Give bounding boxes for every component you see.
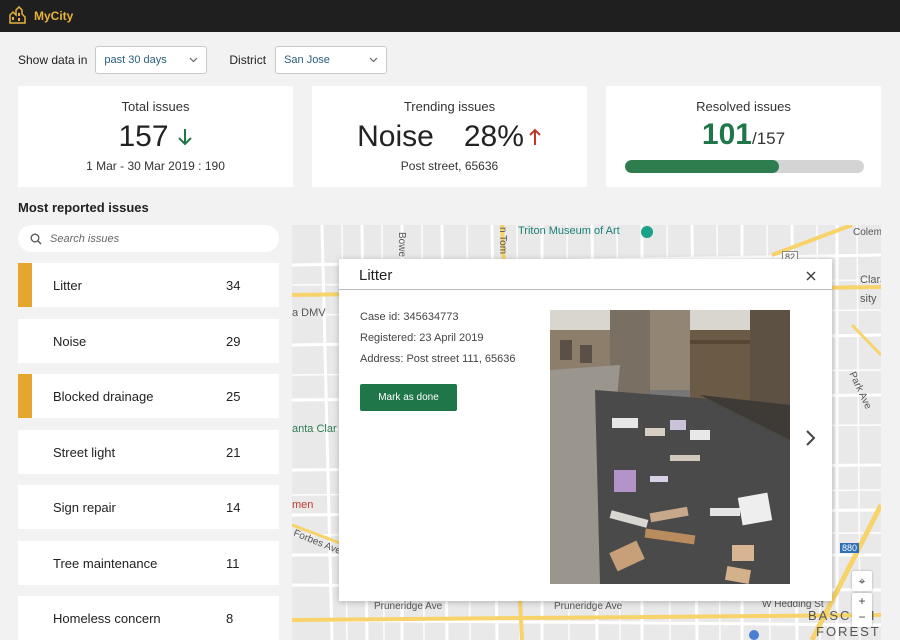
issue-item-street-light[interactable]: Street light 21 bbox=[18, 430, 279, 474]
top-bar: MyCity bbox=[0, 0, 900, 32]
litter-photo bbox=[550, 310, 790, 584]
issue-count: 25 bbox=[226, 389, 241, 404]
issue-name: Tree maintenance bbox=[53, 556, 158, 571]
issue-item-blocked-drainage[interactable]: Blocked drainage 25 bbox=[18, 374, 279, 418]
map-label-men: men bbox=[292, 499, 314, 511]
district-label: District bbox=[229, 53, 267, 67]
locate-icon: ⌖ bbox=[858, 574, 866, 588]
issue-item-homeless-concern[interactable]: Homeless concern 8 bbox=[18, 596, 279, 640]
issue-photo bbox=[550, 310, 790, 584]
map-label-santa-clara: anta Clar bbox=[292, 423, 337, 435]
registered-date: Registered: 23 April 2019 bbox=[360, 332, 484, 344]
arrow-up-icon bbox=[529, 128, 541, 145]
locate-button[interactable]: ⌖ bbox=[852, 571, 872, 591]
map-label-pruneridge-1: Pruneridge Ave bbox=[374, 601, 443, 612]
total-issues-value: 157 bbox=[118, 120, 169, 153]
resolved-issues-title: Resolved issues bbox=[696, 99, 791, 114]
map-label-sity: sity bbox=[860, 293, 877, 305]
map-label-route-880: 880 bbox=[840, 543, 860, 553]
mark-as-done-button[interactable]: Mark as done bbox=[360, 384, 457, 411]
zoom-out-button[interactable]: − bbox=[852, 610, 872, 627]
popup-title: Litter bbox=[359, 267, 393, 284]
total-issues-card: Total issues 157 1 Mar - 30 Mar 2019 : 1… bbox=[18, 86, 293, 187]
city-logo-icon bbox=[9, 6, 26, 24]
issue-name: Noise bbox=[53, 334, 87, 349]
chevron-down-icon bbox=[369, 57, 378, 63]
district-select-value: San Jose bbox=[284, 54, 330, 66]
issue-name: Sign repair bbox=[53, 500, 116, 515]
flag-bar bbox=[18, 374, 32, 418]
trending-issues-card: Trending issues Noise 28% Post street, 6… bbox=[312, 86, 587, 187]
trending-percent: 28% bbox=[463, 120, 524, 153]
issue-detail-popup: Litter Case id: 345634773 Registered: 23… bbox=[339, 259, 832, 601]
issue-name: Blocked drainage bbox=[53, 389, 154, 404]
map-label-dmv: a DMV bbox=[292, 307, 326, 319]
issue-item-noise[interactable]: Noise 29 bbox=[18, 319, 279, 363]
case-id: Case id: 345634773 bbox=[360, 311, 459, 323]
address: Address: Post street 111, 65636 bbox=[360, 353, 516, 365]
trending-category: Noise bbox=[357, 120, 434, 153]
trending-location: Post street, 65636 bbox=[400, 159, 499, 173]
filter-bar: Show data in past 30 days District San J… bbox=[18, 46, 388, 74]
popup-divider bbox=[339, 289, 832, 290]
total-issues-compare: 1 Mar - 30 Mar 2019 : 190 bbox=[86, 159, 225, 173]
total-issues-title: Total issues bbox=[121, 99, 190, 114]
map-label-colema: Colema bbox=[853, 227, 881, 238]
resolved-issues-card: Resolved issues 101 /157 bbox=[606, 86, 881, 187]
period-select-value: past 30 days bbox=[104, 54, 167, 66]
resolved-value: 101 bbox=[701, 118, 752, 151]
district-select[interactable]: San Jose bbox=[275, 46, 388, 74]
map-label-bowers: Bowe bbox=[396, 231, 408, 258]
app-name: MyCity bbox=[34, 9, 74, 23]
most-reported-title: Most reported issues bbox=[18, 200, 149, 215]
zoom-in-button[interactable]: + bbox=[852, 593, 872, 610]
issue-item-tree-maintenance[interactable]: Tree maintenance 11 bbox=[18, 541, 279, 585]
resolved-total: /157 bbox=[751, 129, 786, 148]
search-input[interactable]: Search issues bbox=[18, 225, 279, 252]
issue-count: 8 bbox=[226, 611, 234, 626]
issue-item-sign-repair[interactable]: Sign repair 14 bbox=[18, 485, 279, 529]
period-select[interactable]: past 30 days bbox=[95, 46, 208, 74]
minus-icon: − bbox=[858, 610, 866, 624]
issue-name: Homeless concern bbox=[53, 611, 161, 626]
zoom-controls: + − bbox=[852, 593, 872, 627]
issue-name: Street light bbox=[53, 445, 116, 460]
chevron-right-icon[interactable] bbox=[805, 429, 817, 447]
map-label-pruneridge-2: Pruneridge Ave bbox=[554, 601, 623, 612]
search-placeholder: Search issues bbox=[50, 232, 120, 245]
flag-bar bbox=[18, 263, 32, 307]
plus-icon: + bbox=[858, 594, 866, 608]
app-logo[interactable]: MyCity bbox=[8, 6, 73, 26]
close-icon[interactable] bbox=[805, 270, 817, 282]
resolved-progress-track bbox=[625, 160, 864, 173]
search-icon bbox=[30, 233, 42, 244]
map-label-clara: Clara bbox=[860, 274, 881, 286]
issue-count: 21 bbox=[226, 445, 241, 460]
issue-name: Litter bbox=[53, 278, 82, 293]
issue-count: 34 bbox=[226, 278, 241, 293]
resolved-progress-fill bbox=[625, 160, 779, 173]
issue-count: 14 bbox=[226, 500, 241, 515]
map-label-san-tomas: n Tom bbox=[497, 226, 509, 255]
chevron-down-icon bbox=[189, 57, 198, 63]
arrow-down-icon bbox=[177, 129, 192, 146]
show-data-label: Show data in bbox=[18, 53, 88, 67]
map-label-triton: Triton Museum of Art bbox=[518, 225, 620, 237]
issue-count: 11 bbox=[226, 556, 240, 571]
issue-count: 29 bbox=[226, 334, 241, 349]
issue-item-litter[interactable]: Litter 34 bbox=[18, 263, 279, 307]
trending-issues-title: Trending issues bbox=[403, 99, 496, 114]
